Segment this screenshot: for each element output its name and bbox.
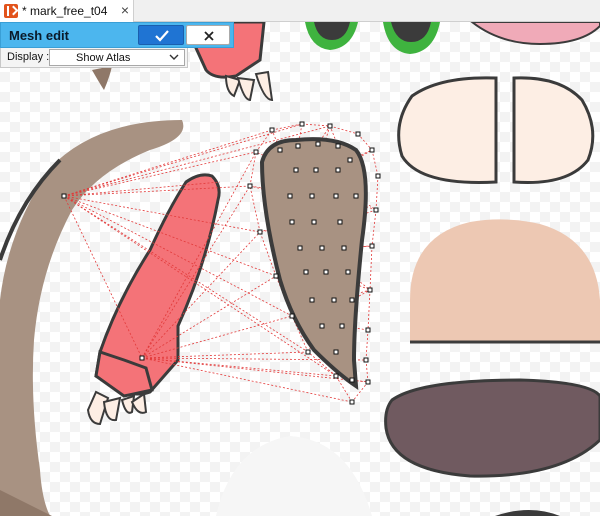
mesh-vertex[interactable] bbox=[349, 377, 355, 383]
mesh-vertex[interactable] bbox=[367, 287, 373, 293]
mesh-vertex[interactable] bbox=[337, 219, 343, 225]
mesh-vertex[interactable] bbox=[353, 193, 359, 199]
mesh-vertex[interactable] bbox=[327, 123, 333, 129]
mesh-edge bbox=[329, 125, 359, 135]
close-icon bbox=[204, 31, 214, 41]
mesh-vertex[interactable] bbox=[335, 167, 341, 173]
mesh-vertex[interactable] bbox=[369, 147, 375, 153]
display-row: Display : Show Atlas bbox=[0, 48, 188, 68]
mesh-vertex[interactable] bbox=[345, 269, 351, 275]
tab-close-icon[interactable]: × bbox=[118, 2, 132, 18]
mesh-edge bbox=[369, 245, 373, 291]
mesh-vertex[interactable] bbox=[303, 269, 309, 275]
mesh-edge bbox=[371, 149, 379, 177]
mesh-edge bbox=[365, 329, 369, 361]
ear-tip-artwork bbox=[92, 66, 112, 90]
mesh-edge bbox=[301, 123, 331, 127]
mesh-vertex[interactable] bbox=[333, 193, 339, 199]
body-pale-artwork bbox=[216, 436, 372, 516]
mesh-edge bbox=[365, 359, 369, 383]
mesh-vertex[interactable] bbox=[363, 357, 369, 363]
mesh-vertex[interactable] bbox=[369, 243, 375, 249]
eye-right-artwork bbox=[383, 22, 440, 54]
mesh-vertex[interactable] bbox=[289, 219, 295, 225]
mesh-vertex[interactable] bbox=[289, 313, 295, 319]
app-logo-icon bbox=[4, 4, 18, 18]
mesh-vertex[interactable] bbox=[309, 193, 315, 199]
mesh-vertex[interactable] bbox=[313, 167, 319, 173]
mesh-vertex[interactable] bbox=[349, 399, 355, 405]
mesh-vertex[interactable] bbox=[61, 193, 67, 199]
mesh-vertex[interactable] bbox=[305, 349, 311, 355]
mesh-vertex[interactable] bbox=[315, 141, 321, 147]
eye-left-artwork bbox=[305, 22, 358, 50]
mesh-vertex[interactable] bbox=[139, 355, 145, 361]
mesh-vertex[interactable] bbox=[269, 127, 275, 133]
mesh-vertex[interactable] bbox=[311, 219, 317, 225]
mesh-vertex[interactable] bbox=[355, 131, 361, 137]
mesh-vertex[interactable] bbox=[297, 245, 303, 251]
mesh-vertex[interactable] bbox=[295, 143, 301, 149]
mesh-vertex[interactable] bbox=[365, 327, 371, 333]
mesh-edge bbox=[249, 185, 261, 233]
mesh-vertex[interactable] bbox=[333, 373, 339, 379]
mesh-edit-toolbar: Mesh edit bbox=[0, 22, 234, 48]
texture-atlas-canvas[interactable] bbox=[0, 22, 600, 516]
cheek-right-artwork bbox=[512, 76, 595, 184]
head-dome-artwork bbox=[410, 219, 600, 342]
mesh-vertex[interactable] bbox=[287, 193, 293, 199]
mesh-vertex[interactable] bbox=[375, 173, 381, 179]
display-label: Display : bbox=[7, 51, 50, 63]
display-mode-value: Show Atlas bbox=[76, 52, 131, 64]
mesh-vertex[interactable] bbox=[309, 297, 315, 303]
mouth-artwork bbox=[384, 378, 600, 478]
mesh-edit-title: Mesh edit bbox=[9, 28, 69, 43]
document-tab-title: * mark_free_t04 bbox=[22, 4, 108, 18]
mesh-vertex[interactable] bbox=[349, 297, 355, 303]
mesh-vertex[interactable] bbox=[335, 143, 341, 149]
mesh-vertex[interactable] bbox=[339, 323, 345, 329]
mesh-vertex[interactable] bbox=[277, 147, 283, 153]
mesh-vertex[interactable] bbox=[323, 269, 329, 275]
mesh-vertex[interactable] bbox=[293, 167, 299, 173]
mesh-vertex[interactable] bbox=[273, 273, 279, 279]
mesh-vertex[interactable] bbox=[365, 379, 371, 385]
nose-top-artwork bbox=[470, 22, 600, 46]
mesh-vertex[interactable] bbox=[347, 157, 353, 163]
confirm-button[interactable] bbox=[138, 25, 184, 45]
mesh-edge bbox=[63, 195, 143, 359]
mesh-vertex[interactable] bbox=[319, 323, 325, 329]
mesh-vertex[interactable] bbox=[257, 229, 263, 235]
selected-ear-artwork[interactable] bbox=[259, 137, 368, 390]
mesh-vertex[interactable] bbox=[333, 349, 339, 355]
document-tab-bar: * mark_free_t04 × bbox=[0, 0, 600, 22]
mesh-edge bbox=[271, 123, 303, 131]
mesh-edge bbox=[371, 209, 377, 247]
arm-artwork bbox=[86, 173, 221, 426]
mesh-vertex[interactable] bbox=[247, 183, 253, 189]
mesh-vertex[interactable] bbox=[253, 149, 259, 155]
mesh-vertex[interactable] bbox=[341, 245, 347, 251]
mesh-edge bbox=[141, 357, 353, 403]
checkmark-icon bbox=[155, 30, 169, 42]
document-tab[interactable]: * mark_free_t04 × bbox=[0, 0, 134, 22]
cheek-left-artwork bbox=[397, 76, 498, 184]
mesh-edge bbox=[375, 175, 379, 211]
chevron-down-icon bbox=[169, 54, 179, 60]
mesh-vertex[interactable] bbox=[319, 245, 325, 251]
mesh-vertex[interactable] bbox=[299, 121, 305, 127]
mesh-vertex[interactable] bbox=[331, 297, 337, 303]
mesh-vertex[interactable] bbox=[373, 207, 379, 213]
mesh-edge bbox=[367, 289, 371, 331]
cancel-button[interactable] bbox=[186, 25, 230, 45]
display-mode-select[interactable]: Show Atlas bbox=[49, 49, 185, 66]
